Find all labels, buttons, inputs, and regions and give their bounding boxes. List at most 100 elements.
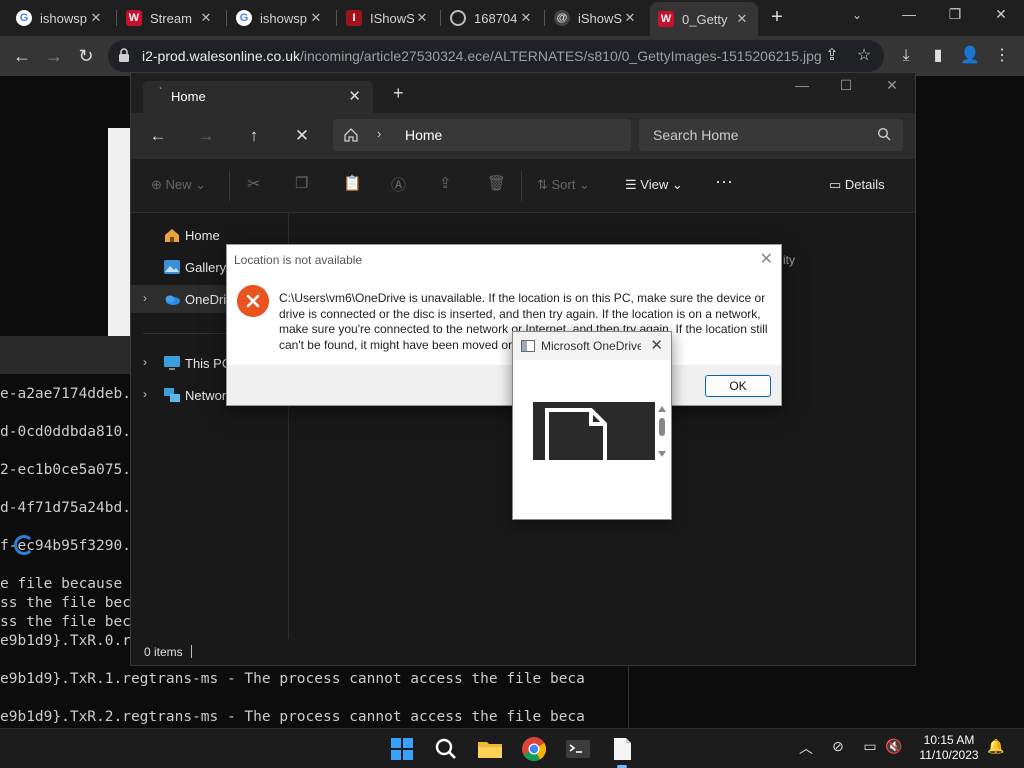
chevron-up-icon[interactable]: ︿ <box>796 738 816 758</box>
chevron-right-icon[interactable]: › <box>143 387 147 401</box>
browser-tab[interactable]: 168704 ✕ <box>442 4 542 32</box>
item-count: 0 items <box>144 645 183 659</box>
file-icon <box>533 402 655 460</box>
walesonline-icon: W <box>658 11 674 27</box>
terminal-pane <box>628 660 1024 728</box>
browser-tab[interactable]: G ishowsp ✕ <box>8 4 112 32</box>
back-icon[interactable]: ← <box>147 125 169 147</box>
minimize-icon[interactable]: — <box>791 77 813 93</box>
close-icon[interactable]: ✕ <box>198 10 214 26</box>
ok-button[interactable]: OK <box>705 375 771 397</box>
file-explorer-icon[interactable] <box>476 735 504 763</box>
menu-icon[interactable]: ⋮ <box>992 46 1012 66</box>
dialog-footer: OK <box>227 365 781 405</box>
reload-icon[interactable]: ↻ <box>74 44 98 68</box>
terminal-line: ss the file bec <box>0 595 131 611</box>
chevron-right-icon[interactable]: › <box>143 355 147 369</box>
chevron-right-icon: › <box>377 126 382 141</box>
scrollbar[interactable] <box>656 404 668 460</box>
new-tab-button[interactable]: + <box>393 83 404 104</box>
chrome-icon[interactable] <box>520 735 548 763</box>
download-icon[interactable]: ⤓ <box>896 46 916 66</box>
bookmark-star-icon[interactable]: ☆ <box>854 46 874 66</box>
network-off-icon[interactable]: ⊘ <box>828 738 848 758</box>
close-icon[interactable]: ✕ <box>414 10 430 26</box>
background-image <box>108 128 132 336</box>
sidebar-item-label: Home <box>185 228 220 243</box>
tab-title: IShowS <box>370 10 414 26</box>
tab-title: Stream <box>150 10 192 26</box>
rename-icon[interactable]: Ⓐ <box>391 174 406 195</box>
terminal-line: e file because <box>0 576 123 592</box>
tab-search-icon[interactable]: ⌄ <box>852 8 862 22</box>
search-icon[interactable] <box>432 735 460 763</box>
explorer-address-bar[interactable]: › Home <box>333 119 631 151</box>
search-input[interactable]: Search Home <box>639 119 903 151</box>
start-icon[interactable] <box>388 735 416 763</box>
terminal-line: e9b1d9}.TxR.0.r <box>0 633 131 649</box>
delete-icon[interactable]: 🗑 <box>487 174 506 192</box>
close-icon[interactable]: ✕ <box>88 10 104 26</box>
notification-bell-icon[interactable]: 🔔 <box>986 738 1006 758</box>
explorer-tab-home[interactable]: ˋ Home ✕ <box>143 81 373 113</box>
browser-tab[interactable]: W Stream ✕ <box>118 4 222 32</box>
close-icon[interactable]: ✕ <box>308 10 324 26</box>
cut-icon[interactable]: ✂ <box>247 174 260 194</box>
address-bar[interactable]: i2-prod.walesonline.co.uk/incoming/artic… <box>108 40 884 72</box>
close-icon[interactable]: ✕ <box>760 249 773 269</box>
side-panel-icon[interactable]: ▮ <box>928 46 948 66</box>
dialog-title: Microsoft OneDrive <box>541 339 641 353</box>
monitor-icon[interactable]: ▭ <box>860 738 880 758</box>
clock-time: 10:15 AM <box>923 733 975 747</box>
browser-tab-active[interactable]: W 0_Getty ✕ <box>650 2 758 36</box>
lock-icon <box>119 48 129 62</box>
loading-icon: ˋ <box>159 87 163 98</box>
browser-toolbar: ← → ↻ i2-prod.walesonline.co.uk/incoming… <box>0 36 1024 76</box>
close-window-icon[interactable]: ✕ <box>990 6 1012 23</box>
close-icon[interactable]: ✕ <box>622 10 638 26</box>
browser-tab[interactable]: G ishowsp ✕ <box>228 4 332 32</box>
close-icon[interactable]: ✕ <box>518 10 534 26</box>
new-button[interactable]: ⊕ New ⌄ <box>151 177 206 193</box>
url-text: i2-prod.walesonline.co.uk/incoming/artic… <box>142 48 822 64</box>
terminal-line: d-0cd0ddbda810. <box>0 424 131 440</box>
clock[interactable]: 10:15 AM 11/10/2023 <box>914 733 984 763</box>
close-icon[interactable]: ✕ <box>348 87 361 105</box>
view-button[interactable]: ☰ View ⌄ <box>625 177 683 193</box>
maximize-icon[interactable]: ☐ <box>835 77 857 94</box>
breadcrumb: Home <box>405 127 443 143</box>
browser-tab[interactable]: @ iShowS ✕ <box>546 4 646 32</box>
up-icon[interactable]: ↑ <box>243 125 265 147</box>
terminal-icon[interactable] <box>564 735 592 763</box>
more-options-icon[interactable]: ··· <box>715 171 733 192</box>
chevron-right-icon[interactable]: › <box>143 291 147 305</box>
forward-icon[interactable]: → <box>195 125 217 147</box>
details-button[interactable]: ▭ Details <box>829 177 885 193</box>
copy-icon[interactable]: ❐ <box>295 174 308 192</box>
restore-icon[interactable]: ❐ <box>944 6 966 23</box>
notepad-icon[interactable] <box>608 735 636 763</box>
stop-icon[interactable]: ✕ <box>291 125 313 147</box>
onedrive-titlebar: Microsoft OneDrive ✕ <box>513 332 671 360</box>
share-icon[interactable]: ⇪ <box>439 174 452 192</box>
close-window-icon[interactable]: ✕ <box>881 77 903 94</box>
paste-icon[interactable]: 📋 <box>343 174 362 192</box>
back-icon[interactable]: ← <box>10 44 34 68</box>
terminal-line: 2-ec1b0ce5a075. <box>0 462 131 478</box>
tab-title: ishowsp <box>40 10 87 26</box>
loading-spinner-icon <box>14 535 34 555</box>
network-icon <box>164 388 180 402</box>
close-icon[interactable]: ✕ <box>650 336 663 354</box>
volume-mute-icon[interactable]: 🔇 <box>884 738 904 758</box>
share-icon[interactable]: ⇪ <box>822 46 842 66</box>
new-tab-button[interactable]: + <box>766 6 788 28</box>
home-icon <box>344 128 358 142</box>
forward-icon[interactable]: → <box>42 44 66 68</box>
browser-tab[interactable]: I IShowS ✕ <box>338 4 438 32</box>
close-icon[interactable]: ✕ <box>734 11 750 27</box>
sort-button[interactable]: ⇅ Sort ⌄ <box>537 177 590 193</box>
profile-icon[interactable]: 👤 <box>960 46 980 66</box>
minimize-icon[interactable]: — <box>898 6 920 22</box>
this-pc-icon <box>164 356 180 370</box>
tab-title: 168704 <box>474 10 518 26</box>
